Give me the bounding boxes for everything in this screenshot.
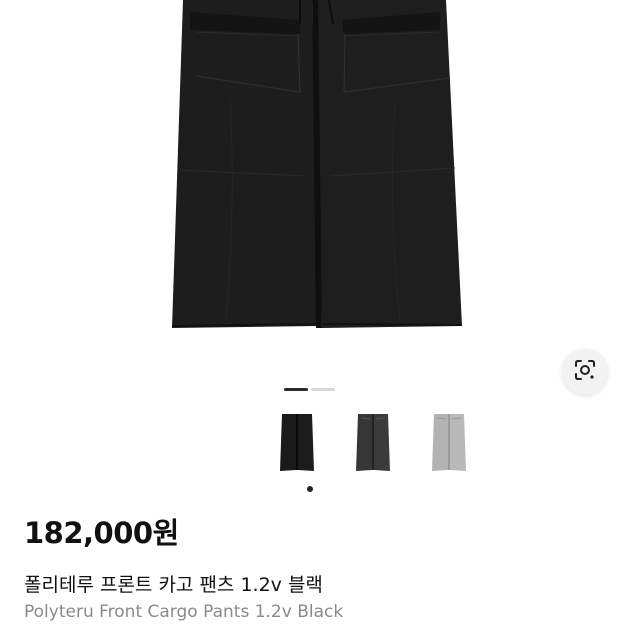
color-option-charcoal[interactable] (352, 408, 394, 480)
product-name-english: Polyteru Front Cargo Pants 1.2v Black (24, 602, 344, 622)
light-gray-pants-thumbnail (432, 414, 466, 471)
product-price: 182,000원 (24, 516, 179, 550)
image-search-icon (574, 359, 596, 385)
charcoal-pants-thumbnail (356, 414, 390, 471)
image-search-button[interactable] (562, 349, 608, 395)
product-name-korean: 폴리테루 프론트 카고 팬츠 1.2v 블랙 (24, 574, 323, 596)
page-dot[interactable] (311, 388, 335, 391)
product-image[interactable] (0, 0, 620, 370)
cargo-pants-photo (171, 0, 463, 328)
image-pagination (284, 388, 335, 391)
color-option-light-gray[interactable] (428, 408, 470, 480)
color-options (276, 408, 470, 480)
selected-color-indicator (307, 486, 313, 492)
black-pants-thumbnail (280, 414, 314, 471)
color-option-black[interactable] (276, 408, 318, 480)
page-dot-active[interactable] (284, 388, 308, 391)
